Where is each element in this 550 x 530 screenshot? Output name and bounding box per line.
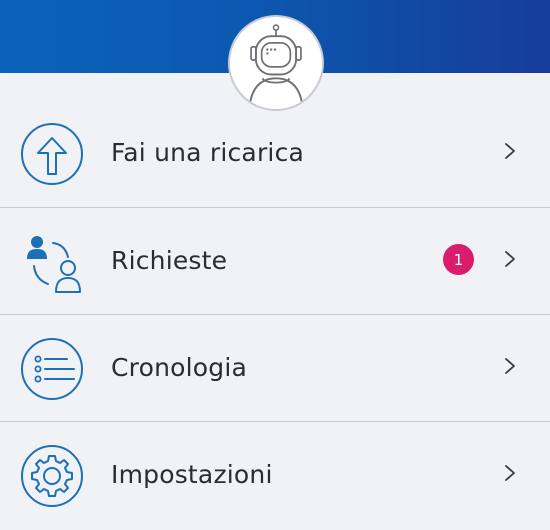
chevron-right-icon [503,463,517,483]
chevron-right-icon [503,356,517,376]
astronaut-avatar-icon [231,18,321,109]
menu-item-top-up[interactable]: Fai una ricarica [0,100,550,207]
chevron-right-icon [503,249,517,269]
menu-item-history[interactable]: Cronologia [0,314,550,421]
menu-item-label: Fai una ricarica [111,138,305,167]
menu-item-requests[interactable]: Richieste 1 [0,207,550,314]
upload-arrow-icon [20,122,84,186]
avatar[interactable] [228,15,324,111]
menu-list: Fai una ricarica Richieste 1 Cronologia … [0,100,550,528]
menu-item-settings[interactable]: Impostazioni [0,421,550,528]
menu-item-label: Richieste [111,246,228,275]
chevron-right-icon [503,141,517,161]
menu-item-label: Cronologia [111,353,247,382]
people-request-icon [20,230,84,294]
history-list-icon [20,337,84,401]
menu-item-label: Impostazioni [111,460,273,489]
notification-badge: 1 [443,244,474,275]
settings-gear-icon [20,444,84,508]
